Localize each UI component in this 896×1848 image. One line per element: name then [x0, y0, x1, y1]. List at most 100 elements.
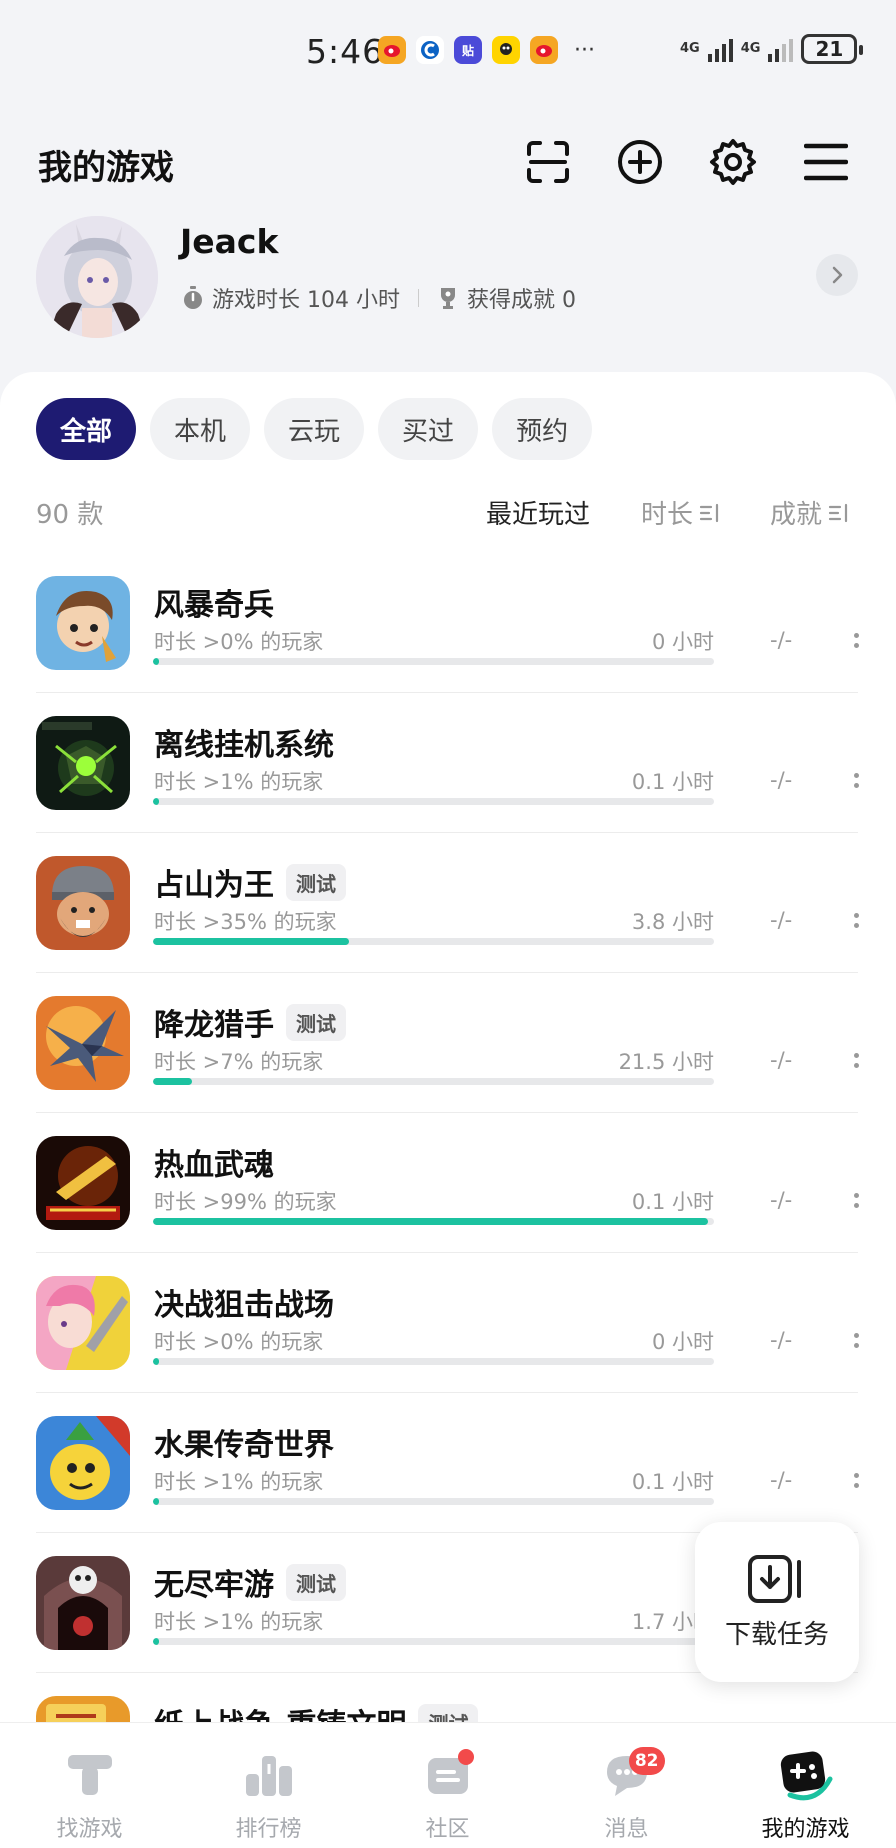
playtime-bar: [153, 1078, 714, 1085]
game-icon-shuiguo[interactable]: [36, 1416, 130, 1510]
game-name-text: 纸上战争-重铸文明: [154, 1700, 406, 1722]
qq-music-icon: [492, 36, 520, 64]
community-icon: [418, 1745, 478, 1805]
test-tag: 测试: [286, 863, 346, 901]
game-name-text: 占山为王: [154, 868, 274, 903]
chip-cloud[interactable]: 云玩: [264, 398, 365, 460]
sort-recent-label: 最近玩过: [486, 500, 591, 530]
page-title: 我的游戏: [38, 148, 174, 188]
more-options-icon[interactable]: [850, 762, 862, 798]
network-label: 4G: [740, 41, 761, 56]
menu-icon[interactable]: [796, 132, 856, 192]
game-row[interactable]: 热血武魂 时长 >99% 的玩家 0.1 小时 -/-: [0, 1112, 896, 1252]
playtime-bar-fill: [153, 1638, 159, 1645]
playtime-bar-fill: [153, 1358, 159, 1365]
bottom-nav: 找游戏 排行榜 社区 82 消息 我的游戏: [0, 1722, 896, 1848]
nav-ranking[interactable]: 排行榜: [179, 1723, 358, 1848]
nav-my-games[interactable]: 我的游戏: [716, 1723, 895, 1848]
game-icon-zhanshan[interactable]: [36, 856, 130, 950]
notification-icons: 贴 ···: [378, 36, 595, 64]
game-name-text: 水果传奇世界: [154, 1428, 334, 1463]
playtime-stat: 游戏时长 104 小时: [182, 282, 400, 314]
game-row[interactable]: 离线挂机系统 时长 >1% 的玩家 0.1 小时 -/-: [0, 692, 896, 832]
game-hours: 0.1 小时: [631, 1190, 714, 1214]
chevron-right-icon[interactable]: [816, 254, 858, 296]
game-icon-fengbao[interactable]: [36, 576, 130, 670]
game-row[interactable]: 水果传奇世界 时长 >1% 的玩家 0.1 小时 -/-: [0, 1392, 896, 1532]
nav-find-games[interactable]: 找游戏: [0, 1723, 179, 1848]
more-options-icon[interactable]: [850, 1462, 862, 1498]
avatar[interactable]: [36, 216, 158, 338]
profile-card[interactable]: Jeack 游戏时长 104 小时 获得成就 0: [0, 212, 896, 342]
game-percentile: 时长 >99% 的玩家: [154, 1190, 337, 1214]
game-title: 纸上战争-重铸文明测试: [154, 1700, 479, 1722]
game-row[interactable]: 降龙猎手 测试 时长 >7% 的玩家 21.5 小时 -/-: [0, 972, 896, 1112]
game-percentile: 时长 >1% 的玩家: [154, 1470, 324, 1494]
chip-reserved[interactable]: 预约: [492, 398, 593, 460]
playtime-bar: [153, 1358, 714, 1365]
sort-icon: [699, 503, 719, 522]
chip-purchased[interactable]: 买过: [378, 398, 479, 460]
sort-achievement[interactable]: 成就: [770, 494, 850, 531]
chip-all[interactable]: 全部: [36, 398, 137, 460]
game-row[interactable]: 风暴奇兵 时长 >0% 的玩家 0 小时 -/-: [0, 552, 896, 692]
game-icon-wujin[interactable]: [36, 1556, 130, 1650]
sort-duration[interactable]: 时长: [641, 494, 721, 531]
game-hours: 0.1 小时: [631, 1470, 714, 1494]
status-time: 5:46: [306, 32, 385, 71]
game-title: 决战狙击战场: [154, 1280, 334, 1324]
game-icon-xianglong[interactable]: [36, 996, 130, 1090]
game-row[interactable]: 决战狙击战场 时长 >0% 的玩家 0 小时 -/-: [0, 1252, 896, 1392]
game-hours: 3.8 小时: [631, 910, 714, 934]
stopwatch-icon: [184, 286, 202, 309]
game-name-text: 风暴奇兵: [154, 588, 274, 623]
playtime-bar: [153, 798, 714, 805]
game-hours: 1.7 小时: [631, 1610, 714, 1634]
download-tasks-button[interactable]: 下载任务: [695, 1522, 859, 1682]
game-name-text: 无尽牢游: [154, 1568, 274, 1603]
signal-icon: [707, 36, 733, 62]
game-percentile: 时长 >0% 的玩家: [154, 1330, 324, 1354]
game-icon-lixian[interactable]: [36, 716, 130, 810]
game-achievement: -/-: [770, 1048, 793, 1072]
game-name-text: 降龙猎手: [154, 1008, 274, 1043]
game-name-text: 离线挂机系统: [154, 728, 334, 763]
test-tag: 测试: [286, 1003, 346, 1041]
game-achievement: -/-: [770, 908, 793, 932]
scan-icon[interactable]: [518, 132, 578, 192]
more-options-icon[interactable]: [850, 1042, 862, 1078]
signal-icon: [768, 36, 794, 62]
more-notifications: ···: [574, 37, 595, 63]
nav-label: 我的游戏: [761, 1817, 850, 1842]
game-icon-rexue[interactable]: [36, 1136, 130, 1230]
playtime-bar-fill: [153, 658, 159, 665]
nav-messages[interactable]: 82 消息: [537, 1723, 716, 1848]
download-tasks-label: 下载任务: [724, 1619, 829, 1650]
playtime-bar: [153, 1498, 714, 1505]
more-options-icon[interactable]: [850, 622, 862, 658]
playtime-bar-fill: [153, 1498, 159, 1505]
more-options-icon[interactable]: [850, 902, 862, 938]
messages-icon: 82: [597, 1745, 665, 1805]
more-options-icon[interactable]: [850, 1182, 862, 1218]
more-options-icon[interactable]: [850, 1322, 862, 1358]
username: Jeack: [180, 222, 279, 261]
game-icon-zhishang[interactable]: [36, 1696, 130, 1722]
add-icon[interactable]: [610, 132, 670, 192]
game-count: 90 款: [36, 500, 104, 530]
chip-local[interactable]: 本机: [150, 398, 251, 460]
settings-icon[interactable]: [703, 132, 763, 192]
playtime-text: 游戏时长 104 小时: [212, 288, 400, 313]
achievement-text: 获得成就 0: [466, 288, 576, 313]
find-games-icon: [60, 1745, 120, 1805]
nav-label: 排行榜: [235, 1817, 302, 1842]
nav-community[interactable]: 社区: [358, 1723, 537, 1848]
game-title: 风暴奇兵: [154, 580, 274, 624]
divider: [417, 289, 419, 307]
game-icon-juezhan[interactable]: [36, 1276, 130, 1370]
game-row[interactable]: 占山为王 测试 时长 >35% 的玩家 3.8 小时 -/-: [0, 832, 896, 972]
achievement-stat: 获得成就 0: [437, 282, 576, 314]
sort-recent[interactable]: 最近玩过: [486, 494, 590, 531]
game-percentile: 时长 >7% 的玩家: [154, 1050, 324, 1074]
nav-label: 消息: [604, 1817, 649, 1842]
